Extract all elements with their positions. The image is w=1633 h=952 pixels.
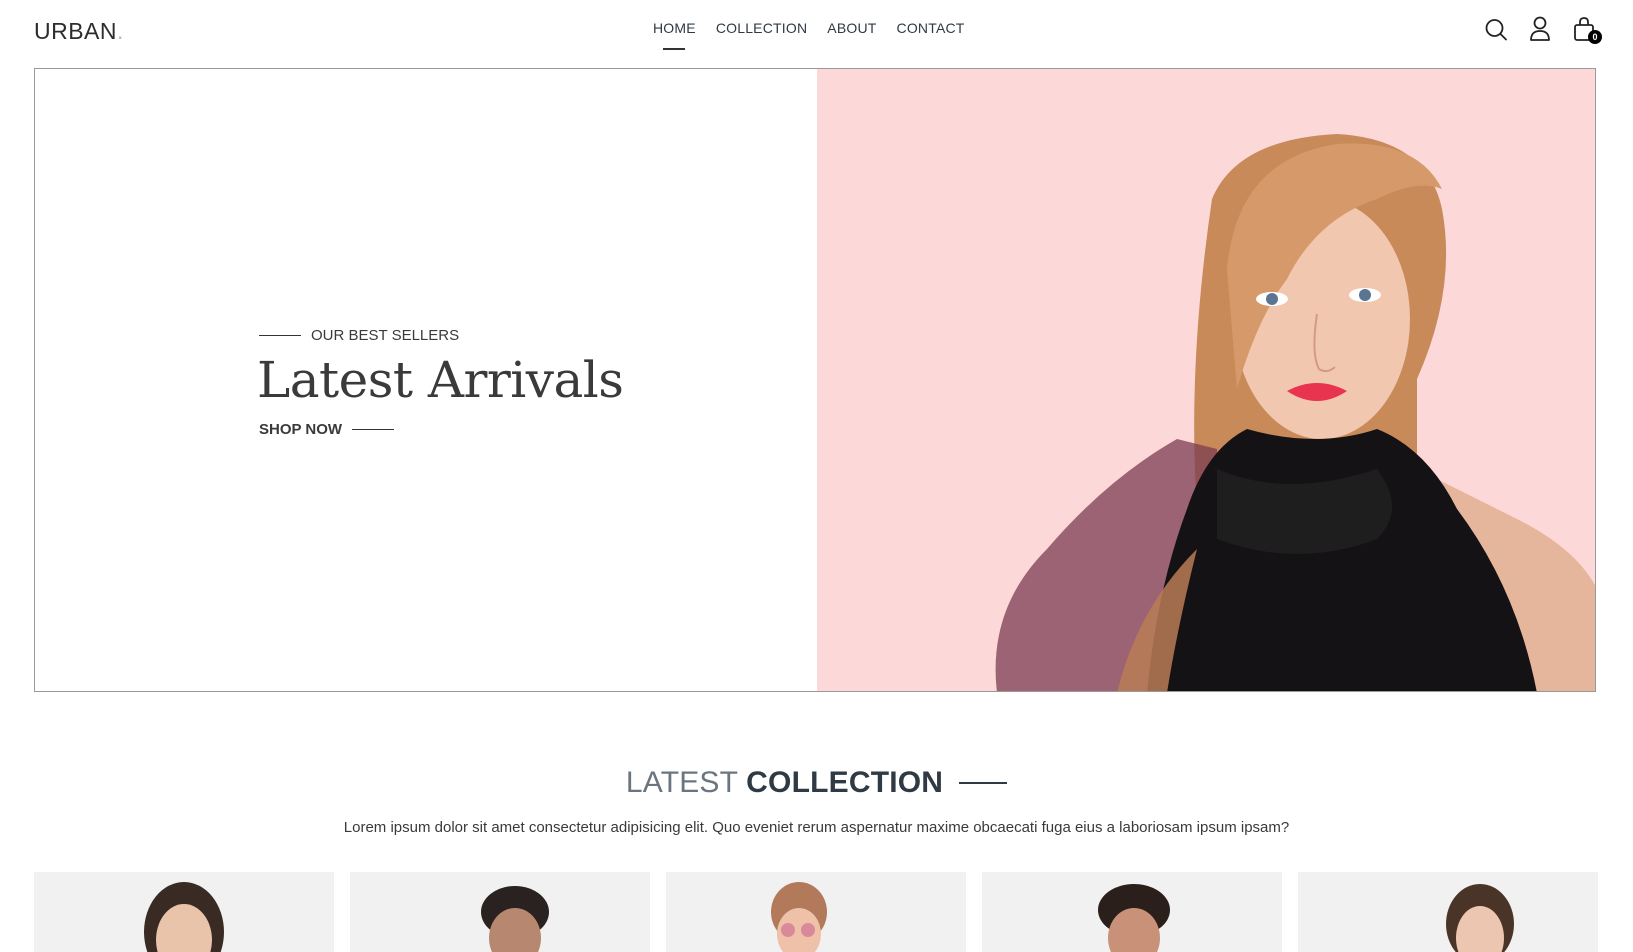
nav-collection[interactable]: COLLECTION (716, 20, 807, 36)
product-card[interactable] (982, 872, 1282, 952)
user-icon[interactable] (1528, 16, 1552, 42)
collection-title-light: LATEST (625, 766, 739, 799)
model-illustration (995, 134, 1595, 691)
header-icons: 0 (1484, 16, 1602, 44)
collection-title-line (959, 782, 1008, 784)
product-image (481, 886, 549, 952)
logo[interactable]: URBAN. (34, 18, 124, 45)
hero-eyebrow: OUR BEST SELLERS (259, 327, 459, 344)
logo-dot: . (117, 18, 124, 44)
product-image (1098, 884, 1170, 952)
shop-now-link[interactable]: SHOP NOW (259, 421, 395, 438)
product-grid (34, 872, 1598, 952)
product-card[interactable] (666, 872, 966, 952)
collection-title: LATEST COLLECTION (0, 766, 1633, 800)
product-card[interactable] (350, 872, 650, 952)
logo-text: URBAN (34, 18, 118, 44)
hero-text-panel: OUR BEST SELLERS Latest Arrivals SHOP NO… (35, 69, 817, 691)
product-image (771, 882, 827, 952)
product-card[interactable] (1298, 872, 1598, 952)
main-nav: HOME COLLECTION ABOUT CONTACT (653, 20, 965, 36)
hero-image (817, 69, 1595, 691)
nav-contact[interactable]: CONTACT (897, 20, 965, 36)
shop-now-label: SHOP NOW (259, 421, 343, 438)
search-icon[interactable] (1484, 16, 1508, 42)
cart-icon[interactable]: 0 (1572, 16, 1602, 44)
shop-now-line (352, 428, 395, 431)
hero-banner: OUR BEST SELLERS Latest Arrivals SHOP NO… (34, 68, 1596, 692)
cart-count-badge: 0 (1588, 30, 1602, 44)
product-image (1446, 884, 1514, 952)
eyebrow-line (259, 334, 301, 337)
collection-subtitle: Lorem ipsum dolor sit amet consectetur a… (343, 819, 1290, 836)
nav-about[interactable]: ABOUT (827, 20, 876, 36)
product-card[interactable] (34, 872, 334, 952)
eyebrow-text: OUR BEST SELLERS (311, 327, 460, 344)
nav-home[interactable]: HOME (653, 20, 696, 36)
hero-title: Latest Arrivals (257, 351, 624, 409)
collection-title-bold: COLLECTION (746, 766, 944, 799)
product-image (144, 882, 224, 952)
